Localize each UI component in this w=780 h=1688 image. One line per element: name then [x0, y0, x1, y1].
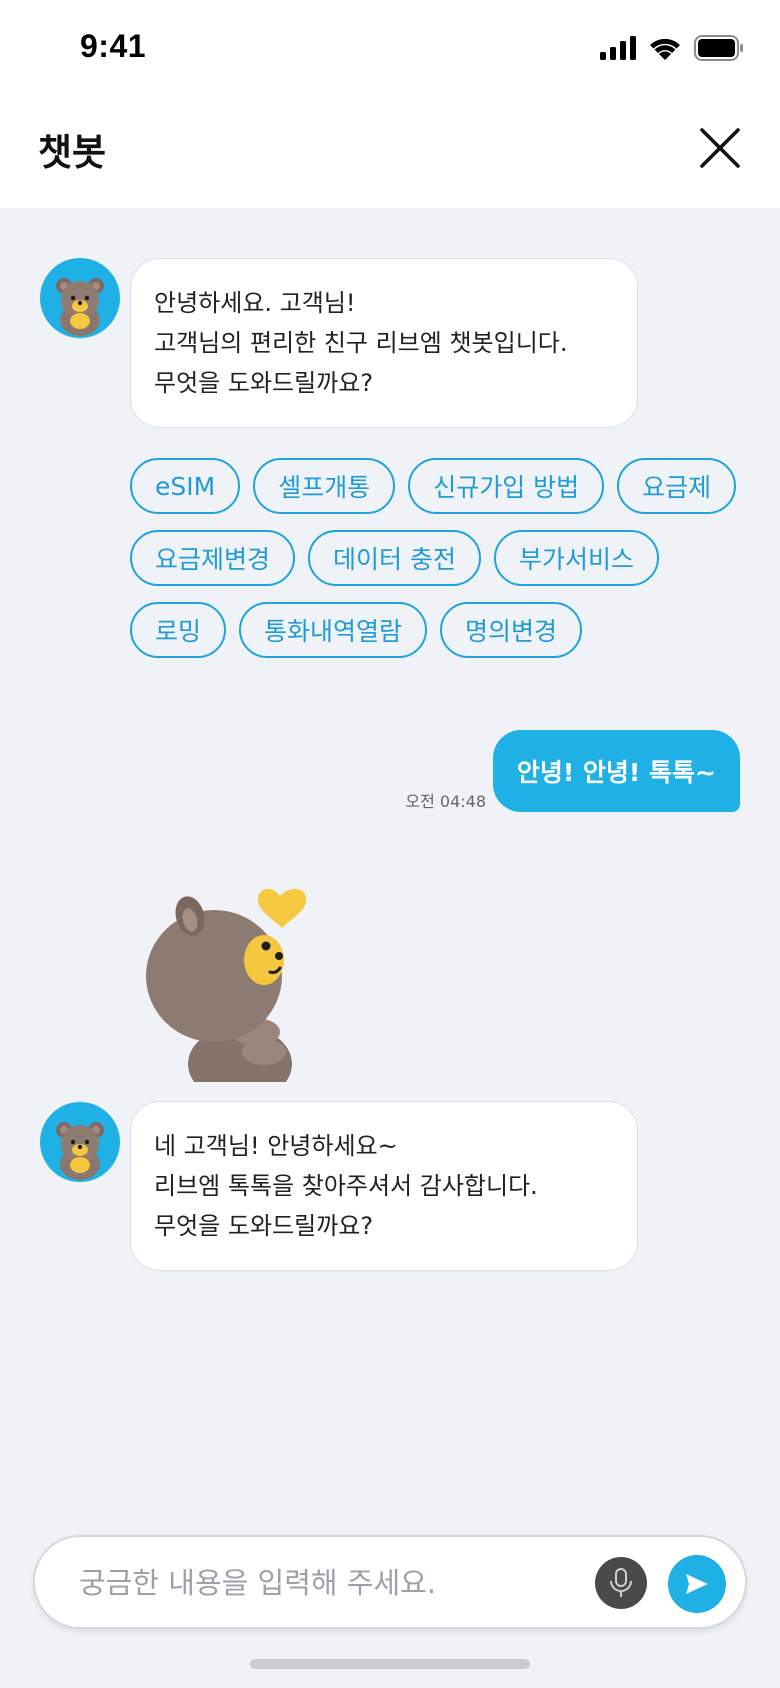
message-timestamp: 오전 04:48: [405, 792, 486, 811]
chip-roaming[interactable]: 로밍: [130, 602, 227, 658]
voice-input-button[interactable]: [595, 1557, 647, 1609]
bear-avatar-icon: [56, 278, 104, 336]
page-title: 챗봇: [38, 131, 107, 174]
chip-esim[interactable]: eSIM: [130, 458, 241, 514]
header: 챗봇: [0, 96, 780, 208]
chip-new-signup[interactable]: 신규가입 방법: [408, 458, 605, 514]
battery-icon: [694, 35, 743, 61]
wifi-icon: [650, 38, 680, 60]
close-button[interactable]: [696, 124, 744, 172]
message-line: 리브엠 톡톡을 찾아주셔서 감사합니다.: [154, 1172, 538, 1200]
close-icon: [700, 128, 740, 168]
user-message-bubble: 안녕! 안녕! 톡톡~: [492, 730, 740, 812]
bot-message-bubble: 안녕하세요. 고객님! 고객님의 편리한 친구 리브엠 챗봇입니다. 무엇을 도…: [130, 258, 638, 428]
message-input-bar: [33, 1535, 747, 1629]
chip-row: eSIM 셀프개통 신규가입 방법 요금제: [130, 458, 750, 514]
quick-reply-chips: eSIM 셀프개통 신규가입 방법 요금제 요금제변경 데이터 충전 부가서비스…: [130, 458, 750, 674]
bear-avatar-icon: [56, 1122, 104, 1180]
status-time: 9:41: [80, 28, 147, 64]
microphone-icon: [610, 1568, 632, 1597]
chip-data-charge[interactable]: 데이터 충전: [308, 530, 481, 586]
message-line: 네 고객님! 안녕하세요~: [154, 1132, 398, 1160]
message-line: 무엇을 도와드릴까요?: [154, 369, 374, 397]
chip-add-on-services[interactable]: 부가서비스: [493, 530, 659, 586]
message-line: 안녕하세요. 고객님!: [154, 289, 356, 317]
bot-avatar: [40, 258, 120, 338]
send-button[interactable]: [668, 1555, 726, 1613]
status-bar: 9:41: [0, 0, 780, 96]
chip-row: 요금제변경 데이터 충전 부가서비스: [130, 530, 750, 586]
chip-rate-plan[interactable]: 요금제: [617, 458, 737, 514]
status-icons: [600, 34, 744, 62]
chip-name-change[interactable]: 명의변경: [440, 602, 583, 658]
bear-heart-sticker-icon: [146, 888, 307, 1102]
bot-message-bubble: 네 고객님! 안녕하세요~ 리브엠 톡톡을 찾아주셔서 감사합니다. 무엇을 도…: [130, 1101, 638, 1271]
home-indicator: [250, 1659, 530, 1669]
message-line: 무엇을 도와드릴까요?: [154, 1212, 374, 1240]
chip-self-activation[interactable]: 셀프개통: [253, 458, 396, 514]
message-input[interactable]: [79, 1559, 579, 1607]
message-line: 고객님의 편리한 친구 리브엠 챗봇입니다.: [154, 329, 568, 357]
cellular-signal-icon: [600, 36, 636, 60]
chip-row: 로밍 통화내역열람 명의변경: [130, 602, 750, 658]
send-icon: [686, 1574, 708, 1594]
chip-call-history[interactable]: 통화내역열람: [239, 602, 428, 658]
bot-avatar: [40, 1102, 120, 1182]
bear-heart-sticker: [130, 868, 330, 1102]
chip-change-plan[interactable]: 요금제변경: [130, 530, 296, 586]
